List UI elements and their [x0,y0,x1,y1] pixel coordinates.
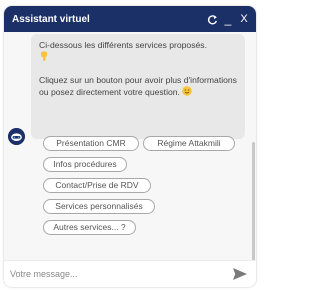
message-list[interactable]: Ci-dessous les différents services propo… [4,32,256,287]
close-icon[interactable]: X [238,11,250,27]
message-line-2: Cliquez sur un bouton pour avoir plus d'… [39,75,237,99]
quick-reply-contact-rdv[interactable]: Contact/Prise de RDV [43,178,151,193]
quick-reply-presentation-cmr[interactable]: Présentation CMR [43,136,139,151]
hand-pointing-down-icon [39,51,49,65]
bot-message-bubble: Ci-dessous les différents services propo… [31,34,245,139]
chat-widget: Assistant virtuel _ X Ci-dessous les dif… [4,6,256,287]
refresh-icon[interactable] [206,11,218,27]
chat-title: Assistant virtuel [12,13,90,25]
quick-reply-services-personnalises[interactable]: Services personnalisés [43,199,155,214]
bot-avatar [8,128,25,145]
message-composer [4,260,256,287]
minimize-icon[interactable]: _ [222,11,234,27]
send-icon[interactable] [232,267,248,281]
quick-reply-autres-services[interactable]: Autres services... ? [43,220,136,235]
message-line-2-text: Cliquez sur un bouton pour avoir plus d'… [39,75,237,97]
smiling-face-icon [182,86,193,99]
quick-reply-regime-attakmili[interactable]: Régime Attakmili [143,136,235,151]
quick-reply-infos-procedures[interactable]: Infos procédures [43,157,127,172]
message-line-1: Ci-dessous les différents services propo… [39,40,207,50]
chat-header: Assistant virtuel _ X [4,6,256,32]
message-input[interactable] [4,268,232,280]
